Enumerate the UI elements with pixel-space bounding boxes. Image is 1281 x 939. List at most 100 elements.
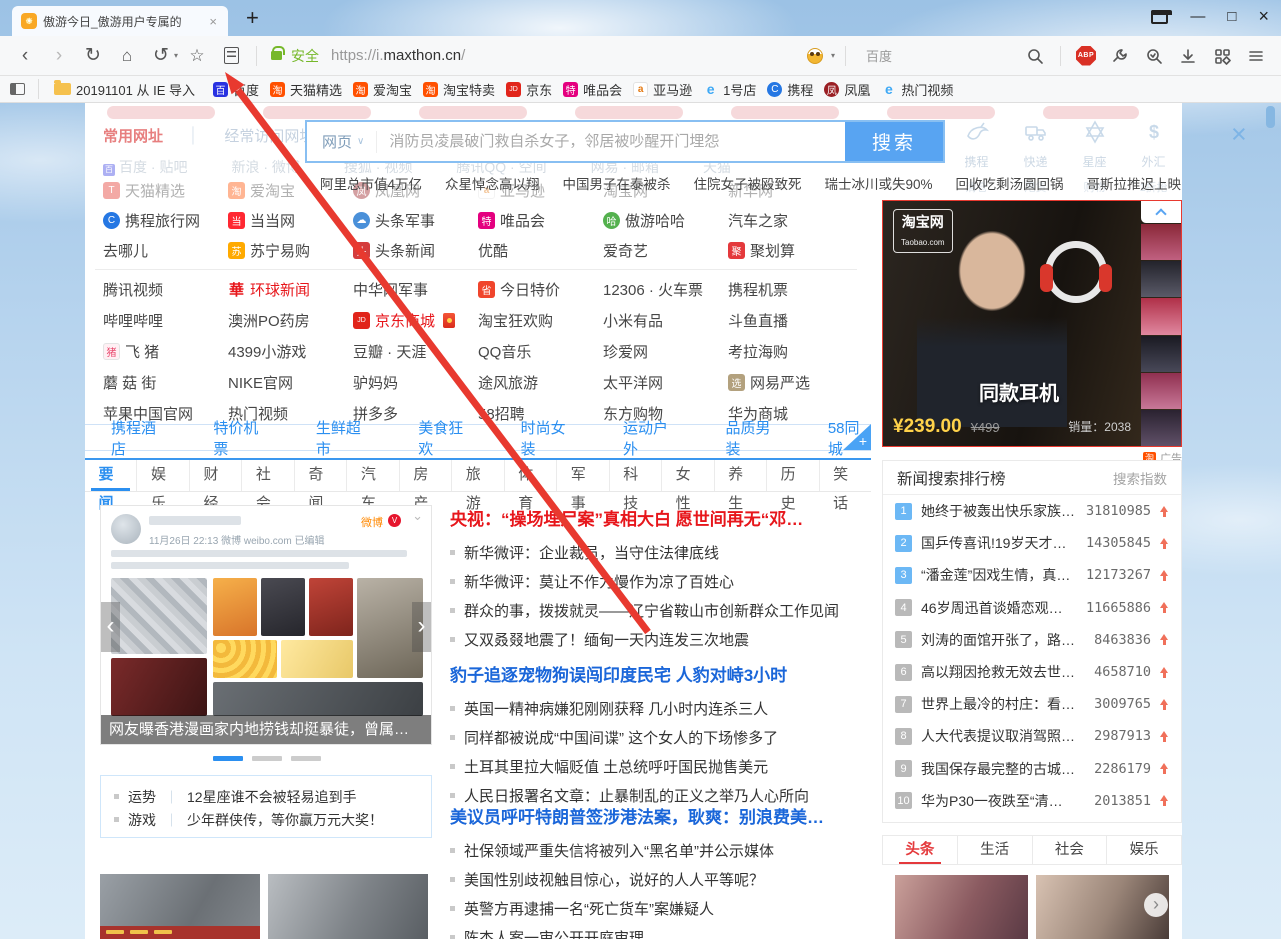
search-type-caret-icon[interactable]: ∨	[357, 136, 364, 147]
toolbar-search-input[interactable]: 百度	[866, 46, 1016, 65]
ranking-item[interactable]: 446岁周迅首谈婚恋观：一次离…11665886	[883, 592, 1181, 624]
sidebar-tab-生活[interactable]: 生活	[958, 836, 1033, 864]
news-tab-历史[interactable]: 历史	[767, 460, 819, 491]
site-link[interactable]: 珍爱网	[603, 341, 728, 362]
news-tab-房产[interactable]: 房产	[400, 460, 452, 491]
faded-site-link[interactable]: 新浪 · 微博	[231, 157, 299, 177]
address-url[interactable]: https://i.maxthon.cn/	[331, 47, 465, 64]
ranking-item[interactable]: 7世界上最冷的村庄：看一眼照…3009765	[883, 688, 1181, 720]
news-tab-养生[interactable]: 养生	[715, 460, 767, 491]
site-link[interactable]: 省今日特价	[478, 279, 603, 300]
bookmark-folder[interactable]: 20191101 从 IE 导入	[54, 80, 195, 99]
site-link[interactable]: 小米有品	[603, 310, 728, 331]
ranking-item[interactable]: 10华为P30一夜跌至“清仓价”…2013851	[883, 785, 1181, 817]
sidebar-tab-社会[interactable]: 社会	[1033, 836, 1108, 864]
ranking-item[interactable]: 5刘涛的面馆开张了，路人点了…8463836	[883, 624, 1181, 656]
site-link[interactable]: 去哪儿	[103, 240, 228, 261]
sidebar-photo[interactable]	[895, 875, 1028, 939]
portal-search-button[interactable]: 搜索	[845, 122, 943, 161]
site-link[interactable]: 聚聚划算	[728, 240, 853, 261]
site-link[interactable]: T天猫精选	[103, 180, 228, 201]
site-link[interactable]: 当当当网	[228, 210, 353, 231]
quick-icon-dollar[interactable]: $外汇	[1124, 115, 1183, 170]
headline-item[interactable]: 同样都被说成“中国间谍” 这个女人的下场惨多了	[450, 723, 871, 752]
news-photo[interactable]	[268, 874, 428, 939]
carousel-prev-icon[interactable]: ‹	[101, 602, 120, 652]
search-icon[interactable]	[1020, 41, 1050, 71]
pagination-dash[interactable]	[213, 756, 243, 761]
site-link[interactable]: 華环球新闻	[228, 279, 353, 300]
favorite-star-icon[interactable]: ☆	[182, 41, 212, 71]
news-tab-科技[interactable]: 科技	[610, 460, 662, 491]
site-link[interactable]: 头头条新闻	[353, 240, 478, 261]
undo-dropdown-icon[interactable]: ▾	[174, 51, 178, 60]
site-link[interactable]: 爱奇艺	[603, 240, 728, 261]
site-link[interactable]: 选网易严选	[728, 372, 853, 393]
headline-item[interactable]: 陈杰人案一审公开开庭审理	[450, 923, 871, 939]
browser-tab[interactable]: ☀ 傲游今日_傲游用户专属的 ×	[12, 6, 228, 36]
new-tab-button[interactable]: +	[240, 5, 265, 31]
adblock-abp-icon[interactable]: ABP	[1071, 41, 1101, 71]
ranking-item[interactable]: 9我国保存最完整的古城，差一…2286179	[883, 753, 1181, 785]
site-link[interactable]: ☁头条军事	[353, 210, 478, 231]
news-tab-汽车[interactable]: 汽车	[347, 460, 399, 491]
news-tab-奇闻[interactable]: 奇闻	[295, 460, 347, 491]
ranking-item[interactable]: 2国乒传喜讯!19岁天才被禁赛…14305845	[883, 527, 1181, 559]
site-link[interactable]: 蘑 菇 街	[103, 372, 228, 393]
bookmark-item[interactable]: 淘天猫精选	[270, 80, 342, 99]
overlay-close-icon[interactable]: ×	[1231, 119, 1247, 150]
sidebar-tab-娱乐[interactable]: 娱乐	[1107, 836, 1181, 864]
hot-search-word[interactable]: 众星悼念高以翔	[445, 173, 540, 193]
site-link[interactable]: 猪飞 猪	[103, 341, 228, 362]
hot-search-word[interactable]: 瑞士冰川或失90%	[825, 173, 933, 193]
home-button[interactable]: ⌂	[112, 41, 142, 71]
bookmark-item[interactable]: 淘淘宝特卖	[423, 80, 495, 99]
news-tab-社会[interactable]: 社会	[242, 460, 294, 491]
site-link[interactable]: 苏苏宁易购	[228, 240, 353, 261]
site-link[interactable]: 携程机票	[728, 279, 853, 300]
site-link[interactable]: 哔哩哔哩	[103, 310, 228, 331]
minimize-button[interactable]: —	[1190, 9, 1205, 24]
bookmark-item[interactable]: 淘爱淘宝	[353, 80, 412, 99]
bookmark-item[interactable]: e1号店	[703, 80, 756, 99]
hot-search-word[interactable]: 中国男子在泰被杀	[563, 173, 671, 193]
faded-site-link[interactable]: 百百度 · 贴吧	[103, 157, 187, 177]
headline-item[interactable]: 英国一精神病嫌犯刚刚获释 几小时内连杀三人	[450, 694, 871, 723]
site-link[interactable]: 斗鱼直播	[728, 310, 853, 331]
site-link[interactable]: 考拉海购	[728, 341, 853, 362]
headline-item[interactable]: 英警方再逮捕一名“死亡货车”案嫌疑人	[450, 894, 871, 923]
back-button[interactable]: ‹	[10, 41, 40, 71]
site-link[interactable]: 特唯品会	[478, 210, 603, 231]
site-link[interactable]: 豆瓣 · 天涯	[353, 341, 478, 362]
overlay-nav-tab[interactable]: 常用网址	[103, 125, 163, 146]
headline-title[interactable]: 央视：“操场埋尸案”真相大白 愿世间再无“邓…	[450, 505, 871, 530]
category-link[interactable]: 运动户外	[623, 417, 678, 459]
carousel-caption[interactable]: 网友曝香港漫画家内地捞钱却挺暴徒，曾属…	[101, 715, 431, 744]
headline-item[interactable]: 又双叒叕地震了！缅甸一天内连发三次地震	[450, 625, 871, 654]
news-tab-旅游[interactable]: 旅游	[452, 460, 504, 491]
ad-collapse-button[interactable]	[1141, 201, 1181, 223]
bookmark-item[interactable]: a亚马逊	[633, 80, 692, 99]
hot-search-word[interactable]: 回收吃剩汤圆回锅	[956, 173, 1064, 193]
headline-item[interactable]: 美国性别歧视触目惊心，说好的人人平等呢？	[450, 865, 871, 894]
bookmark-item[interactable]: C携程	[767, 80, 813, 99]
zoom-find-icon[interactable]	[1139, 41, 1169, 71]
extensions-grid-icon[interactable]	[1207, 41, 1237, 71]
site-link[interactable]: 优酷	[478, 240, 603, 261]
download-icon[interactable]	[1173, 41, 1203, 71]
news-tab-军事[interactable]: 军事	[557, 460, 609, 491]
category-link[interactable]: 生鲜超市	[316, 417, 371, 459]
headline-item[interactable]: 新华微评：莫让不作为慢作为凉了百姓心	[450, 567, 871, 596]
scrollbar-thumb[interactable]	[1266, 106, 1275, 128]
headline-title[interactable]: 美议员呼吁特朗普签涉港法案，耿爽：别浪费美…	[450, 803, 871, 828]
bookmark-item[interactable]: e热门视频	[881, 80, 953, 99]
hot-search-word[interactable]: 哥斯拉推迟上映	[1087, 173, 1182, 193]
ranking-item[interactable]: 1她终于被轰出快乐家族，何老…31810985	[883, 495, 1181, 527]
notes-icon[interactable]	[216, 41, 246, 71]
news-tab-娱乐[interactable]: 娱乐	[137, 460, 189, 491]
quick-icon-star[interactable]: 星座	[1065, 115, 1124, 170]
search-engine-bee-icon[interactable]	[807, 48, 823, 64]
carousel-next-icon[interactable]: ›	[412, 602, 431, 652]
photos-next-icon[interactable]: ›	[1144, 893, 1168, 917]
category-link[interactable]: 携程酒店	[111, 417, 166, 459]
